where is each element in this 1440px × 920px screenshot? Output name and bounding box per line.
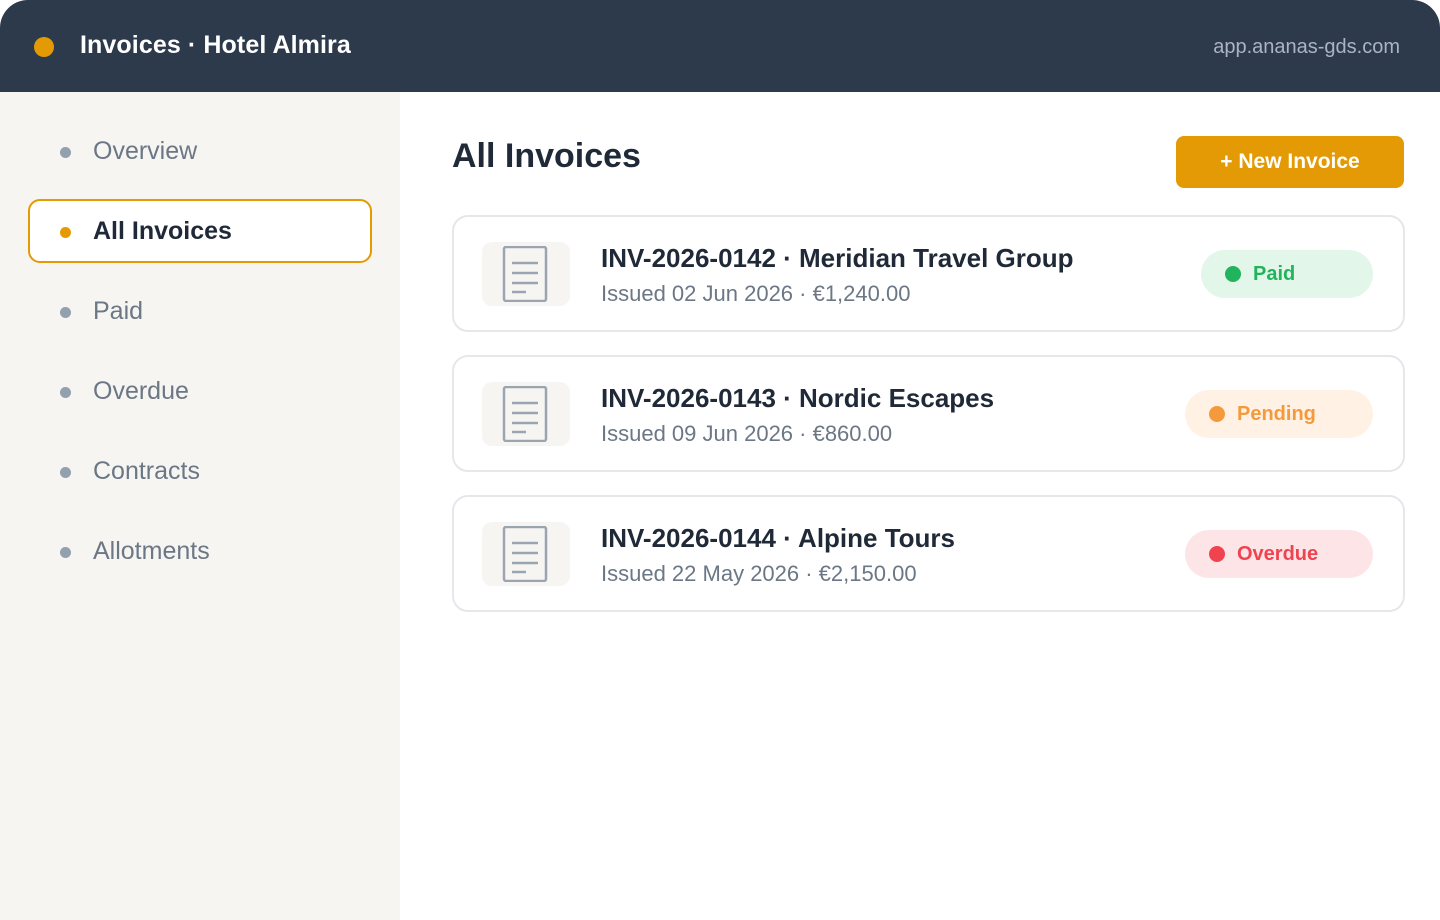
page-title: All Invoices xyxy=(452,137,641,175)
sidebar-item-allotments[interactable]: Allotments xyxy=(28,519,372,583)
status-label: Pending xyxy=(1237,402,1316,425)
document-icon xyxy=(482,242,570,306)
status-dot-icon xyxy=(1225,266,1241,282)
status-label: Overdue xyxy=(1237,542,1319,565)
sidebar-item-label: Overview xyxy=(93,137,198,165)
sidebar-item-label: Paid xyxy=(93,297,144,325)
sidebar-item-label: All Invoices xyxy=(93,217,232,245)
invoice-card[interactable]: INV-2026-0143 · Nordic Escapes Issued 09… xyxy=(452,355,1405,472)
status-dot-icon xyxy=(1209,546,1225,562)
document-icon xyxy=(482,382,570,446)
sidebar: Overview All Invoices Paid Overdue Contr… xyxy=(0,92,400,920)
bullet-icon xyxy=(60,387,71,398)
document-icon xyxy=(482,522,570,586)
main-content: All Invoices + New Invoice INV-2026-0142… xyxy=(400,92,1440,920)
bullet-icon xyxy=(60,467,71,478)
sidebar-item-overdue[interactable]: Overdue xyxy=(28,359,372,423)
invoice-meta: Issued 02 Jun 2026 · €1,240.00 xyxy=(601,281,911,306)
status-label: Paid xyxy=(1253,262,1296,285)
invoice-title: INV-2026-0144 · Alpine Tours xyxy=(601,523,956,553)
bullet-icon xyxy=(60,307,71,318)
sidebar-item-label: Overdue xyxy=(93,377,189,405)
status-dot-icon xyxy=(34,37,54,57)
bullet-icon xyxy=(60,147,71,158)
status-dot-icon xyxy=(1209,406,1225,422)
app-window: Invoices · Hotel Almira app.ananas-gds.c… xyxy=(0,0,1440,920)
status-badge-pending: Pending xyxy=(1185,390,1373,438)
invoice-meta: Issued 22 May 2026 · €2,150.00 xyxy=(601,561,917,586)
status-badge-overdue: Overdue xyxy=(1185,530,1373,578)
invoice-title: INV-2026-0143 · Nordic Escapes xyxy=(601,383,995,413)
sidebar-item-label: Contracts xyxy=(93,457,200,485)
invoice-meta: Issued 09 Jun 2026 · €860.00 xyxy=(601,421,893,446)
invoice-card[interactable]: INV-2026-0142 · Meridian Travel Group Is… xyxy=(452,215,1405,332)
bullet-icon xyxy=(60,547,71,558)
sidebar-item-all-invoices[interactable]: All Invoices xyxy=(28,199,372,263)
sidebar-item-label: Allotments xyxy=(93,537,210,565)
sidebar-item-contracts[interactable]: Contracts xyxy=(28,439,372,503)
sidebar-item-paid[interactable]: Paid xyxy=(28,279,372,343)
sidebar-item-overview[interactable]: Overview xyxy=(28,119,372,183)
status-badge-paid: Paid xyxy=(1201,250,1373,298)
new-invoice-button[interactable]: + New Invoice xyxy=(1176,136,1404,188)
app-url: app.ananas-gds.com xyxy=(1213,36,1400,58)
invoice-title: INV-2026-0142 · Meridian Travel Group xyxy=(601,243,1074,273)
title-bar: Invoices · Hotel Almira app.ananas-gds.c… xyxy=(0,0,1440,92)
bullet-icon xyxy=(60,227,71,238)
invoice-card[interactable]: INV-2026-0144 · Alpine Tours Issued 22 M… xyxy=(452,495,1405,612)
app-title: Invoices · Hotel Almira xyxy=(80,31,351,59)
